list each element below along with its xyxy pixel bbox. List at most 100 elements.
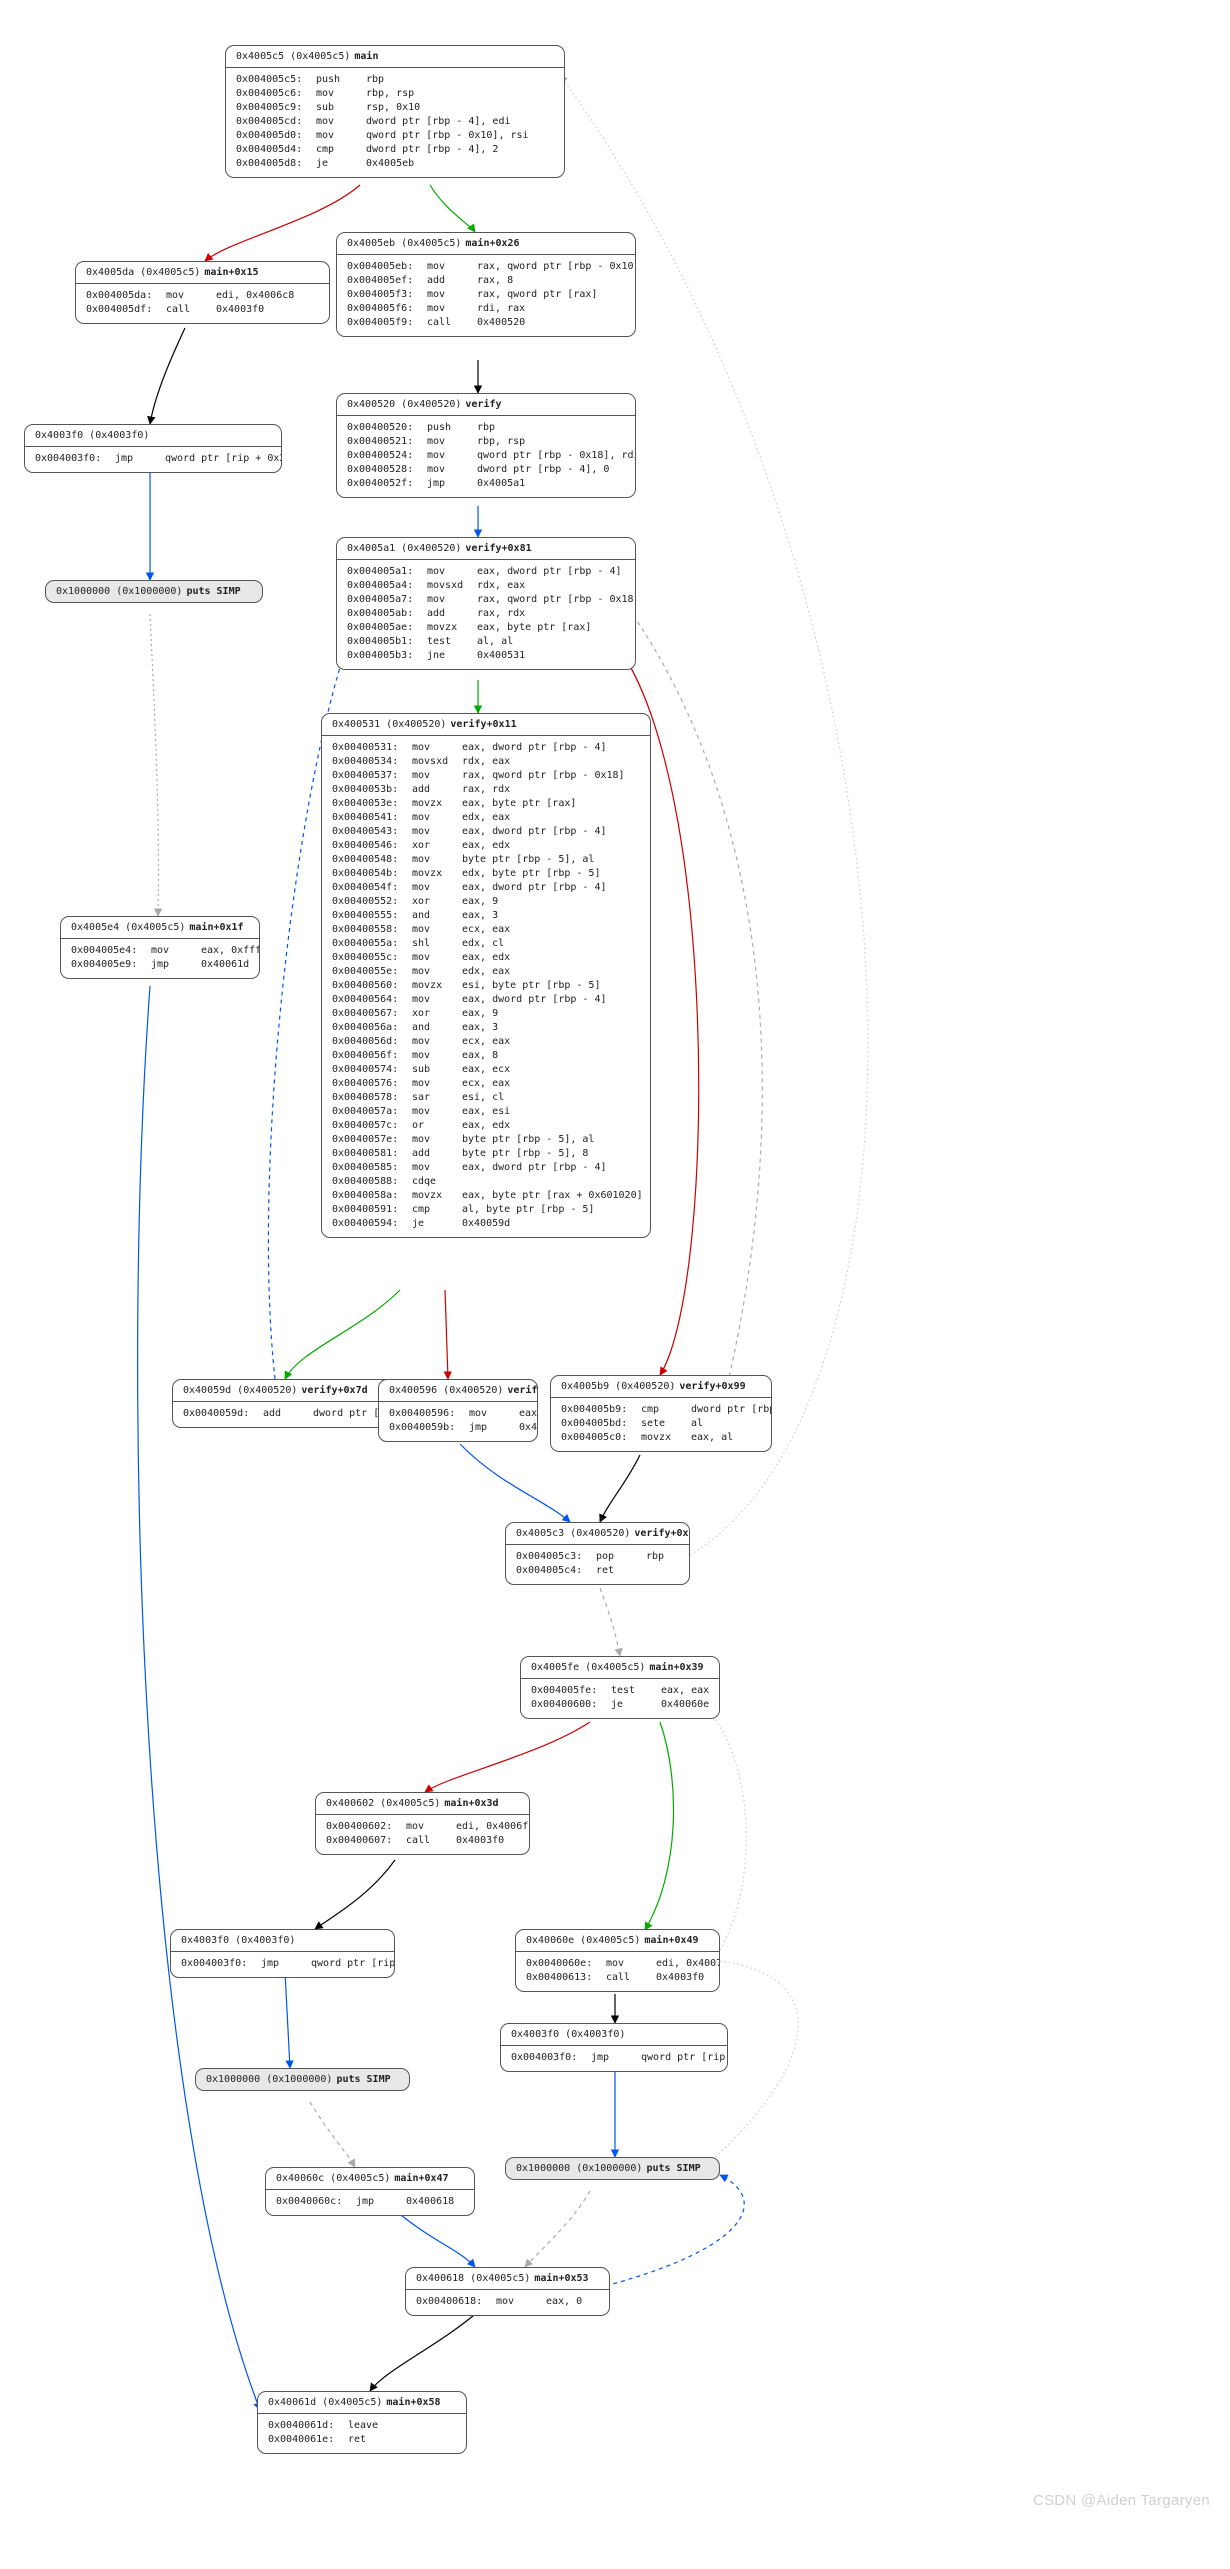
- instruction: 0x00400607:call0x4003f0: [326, 1834, 529, 1848]
- node-verify: 0x400520 (0x400520)verify0x00400520:push…: [336, 393, 636, 498]
- node-main_0x49: 0x40060e (0x4005c5) main+0x49 0x0040060e:m…: [515, 1929, 720, 1992]
- instruction: 0x0040061e:ret: [268, 2433, 466, 2447]
- instruction: 0x00400534:movsxdrdx, eax: [332, 755, 650, 769]
- instruction: 0x004005fe:testeax, eax: [531, 1684, 719, 1698]
- node-title: 0x1000000 (0x1000000)puts SIMP: [196, 2069, 409, 2090]
- instruction: 0x00400560:movzxesi, byte ptr [rbp - 5]: [332, 979, 650, 993]
- instruction: 0x004005b1:testal, al: [347, 635, 635, 649]
- instruction: 0x0040060c:jmp0x400618: [276, 2195, 474, 2209]
- node-body: 0x004003f0:jmpqword ptr [rip + 0x200c0a]: [501, 2046, 727, 2071]
- instruction: 0x004005a4:movsxdrdx, eax: [347, 579, 635, 593]
- node-fn: verify+0xa3: [634, 1528, 690, 1539]
- node-addr: 0x4003f0 (0x4003f0): [181, 1935, 295, 1946]
- instruction: 0x00400558:movecx, eax: [332, 923, 650, 937]
- node-main_0x26: 0x4005eb (0x4005c5)main+0x260x004005eb:m…: [336, 232, 636, 337]
- node-addr: 0x4005a1 (0x400520): [347, 543, 461, 554]
- instruction: 0x00400574:subeax, ecx: [332, 1063, 650, 1077]
- instruction: 0x00400528:movdword ptr [rbp - 4], 0: [347, 463, 635, 477]
- node-fn: main: [354, 51, 378, 62]
- node-title: 0x4005b9 (0x400520)verify+0x99: [551, 1376, 771, 1398]
- instruction: 0x004005b9:cmpdword ptr [rbp - 4], 0x17: [561, 1403, 771, 1417]
- instruction: 0x004005f6:movrdi, rax: [347, 302, 635, 316]
- node-fn: main+0x47: [394, 2173, 448, 2184]
- node-plt1: 0x4003f0 (0x4003f0)0x004003f0:jmpqword p…: [24, 424, 282, 473]
- node-body: 0x0040059d:adddword ptr [rbp - 4], 1: [173, 1402, 396, 1427]
- instruction: 0x0040053e:movzxeax, byte ptr [rax]: [332, 797, 650, 811]
- node-verify_0x76: 0x400596 (0x400520)verify+0x76 0x00400596…: [378, 1379, 538, 1442]
- instruction: 0x004005c9:subrsp, 0x10: [236, 101, 564, 115]
- node-title: 0x400618 (0x4005c5)main+0x53: [406, 2268, 609, 2290]
- node-fn: main+0x26: [465, 238, 519, 249]
- instruction: 0x00400524:movqword ptr [rbp - 0x18], rd…: [347, 449, 635, 463]
- instruction: 0x00400581:addbyte ptr [rbp - 5], 8: [332, 1147, 650, 1161]
- instruction: 0x00400594:je0x40059d: [332, 1217, 650, 1231]
- instruction: 0x004003f0:jmpqword ptr [rip + 0x200c0a]: [511, 2051, 727, 2065]
- instruction: 0x00400578:saresi, cl: [332, 1091, 650, 1105]
- node-body: 0x004005c3:poprbp0x004005c4:ret: [506, 1545, 689, 1584]
- node-main_0x47: 0x40060c (0x4005c5)main+0x470x0040060c:j…: [265, 2167, 475, 2216]
- node-fn: main+0x49: [644, 1935, 698, 1946]
- node-fn: verify+0x7d: [301, 1385, 367, 1396]
- instruction: 0x004005bd:seteal: [561, 1417, 771, 1431]
- instruction: 0x004005d0:movqword ptr [rbp - 0x10], rs…: [236, 129, 564, 143]
- node-body: 0x0040061d:leave0x0040061e:ret: [258, 2414, 466, 2453]
- node-main_0x15: 0x4005da (0x4005c5)main+0x150x004005da:m…: [75, 261, 330, 324]
- instruction: 0x0040054f:moveax, dword ptr [rbp - 4]: [332, 881, 650, 895]
- node-fn: verify+0x11: [450, 719, 516, 730]
- node-addr: 0x4003f0 (0x4003f0): [35, 430, 149, 441]
- instruction: 0x00400531:moveax, dword ptr [rbp - 4]: [332, 741, 650, 755]
- instruction: 0x004005b3:jne0x400531: [347, 649, 635, 663]
- node-fn: puts SIMP: [646, 2163, 700, 2174]
- node-addr: 0x40060e (0x4005c5): [526, 1935, 640, 1946]
- node-addr: 0x400596 (0x400520): [389, 1385, 503, 1396]
- node-title: 0x4003f0 (0x4003f0): [25, 425, 281, 447]
- node-addr: 0x40059d (0x400520): [183, 1385, 297, 1396]
- node-main_0x39: 0x4005fe (0x4005c5)main+0x39 0x004005fe:t…: [520, 1656, 720, 1719]
- instruction: 0x004005f3:movrax, qword ptr [rax]: [347, 288, 635, 302]
- instruction: 0x00400576:movecx, eax: [332, 1077, 650, 1091]
- node-title: 0x4005eb (0x4005c5)main+0x26: [337, 233, 635, 255]
- node-title: 0x4005c3 (0x400520)verify+0xa3: [506, 1523, 689, 1545]
- node-title: 0x4005a1 (0x400520)verify+0x81: [337, 538, 635, 560]
- node-fn: verify+0x99: [679, 1381, 745, 1392]
- node-puts2: 0x1000000 (0x1000000)puts SIMP: [195, 2068, 410, 2091]
- node-verify_0x7d: 0x40059d (0x400520) verify+0x7d 0x0040059d…: [172, 1379, 397, 1428]
- node-verify_0x81: 0x4005a1 (0x400520)verify+0x81 0x004005a1…: [336, 537, 636, 670]
- instruction: 0x0040055a:shledx, cl: [332, 937, 650, 951]
- node-title: 0x1000000 (0x1000000)puts SIMP: [506, 2158, 719, 2179]
- node-title: 0x40060e (0x4005c5) main+0x49: [516, 1930, 719, 1952]
- node-puts3: 0x1000000 (0x1000000)puts SIMP: [505, 2157, 720, 2180]
- instruction: 0x0040055e:movedx, eax: [332, 965, 650, 979]
- node-puts1: 0x1000000 (0x1000000)puts SIMP: [45, 580, 263, 603]
- instruction: 0x004005cd:movdword ptr [rbp - 4], edi: [236, 115, 564, 129]
- instruction: 0x004005a1:moveax, dword ptr [rbp - 4]: [347, 565, 635, 579]
- node-verify_0x11: 0x400531 (0x400520)verify+0x110x00400531…: [321, 713, 651, 1238]
- instruction: 0x00400543:moveax, dword ptr [rbp - 4]: [332, 825, 650, 839]
- node-title: 0x4005c5 (0x4005c5) main: [226, 46, 564, 68]
- node-main_0x1f: 0x4005e4 (0x4005c5)main+0x1f0x004005e4:m…: [60, 916, 260, 979]
- instruction: 0x00400602:movedi, 0x4006f0: [326, 1820, 529, 1834]
- instruction: 0x00400613:call0x4003f0: [526, 1971, 719, 1985]
- instruction: 0x0040057c:oreax, edx: [332, 1119, 650, 1133]
- node-addr: 0x400520 (0x400520): [347, 399, 461, 410]
- node-title: 0x400596 (0x400520)verify+0x76: [379, 1380, 537, 1402]
- instruction: 0x0040054b:movzxedx, byte ptr [rbp - 5]: [332, 867, 650, 881]
- instruction: 0x00400596:moveax, 0: [389, 1407, 537, 1421]
- instruction: 0x00400537:movrax, qword ptr [rbp - 0x18…: [332, 769, 650, 783]
- instruction: 0x0040060e:movedi, 0x400718: [526, 1957, 719, 1971]
- instruction: 0x0040059b:jmp0x4005c3: [389, 1421, 537, 1435]
- node-addr: 0x4003f0 (0x4003f0): [511, 2029, 625, 2040]
- node-title: 0x40061d (0x4005c5)main+0x58: [258, 2392, 466, 2414]
- node-body: 0x004005e4:moveax, 0xffffffff0x004005e9:…: [61, 939, 259, 978]
- node-main: 0x4005c5 (0x4005c5)main0x004005c5:pushrb…: [225, 45, 565, 178]
- node-addr: 0x4005c5 (0x4005c5): [236, 51, 350, 62]
- node-verify_0x99: 0x4005b9 (0x400520)verify+0x99 0x004005b9…: [550, 1375, 772, 1452]
- node-fn: puts SIMP: [336, 2074, 390, 2085]
- node-title: 0x4005fe (0x4005c5)main+0x39: [521, 1657, 719, 1679]
- instruction: 0x004005a7:movrax, qword ptr [rbp - 0x18…: [347, 593, 635, 607]
- node-body: 0x004005da:movedi, 0x4006c80x004005df:ca…: [76, 284, 329, 323]
- instruction: 0x00400552:xoreax, 9: [332, 895, 650, 909]
- node-title: 0x4005e4 (0x4005c5)main+0x1f: [61, 917, 259, 939]
- instruction: 0x0040061d:leave: [268, 2419, 466, 2433]
- node-title: 0x40059d (0x400520) verify+0x7d: [173, 1380, 396, 1402]
